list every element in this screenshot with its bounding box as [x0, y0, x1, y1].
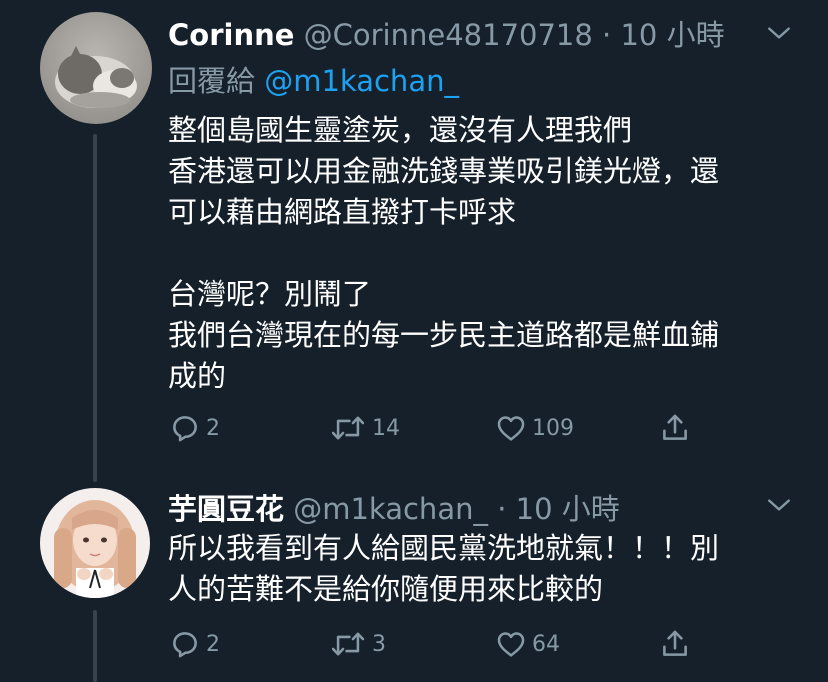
chevron-down-icon[interactable]	[766, 20, 792, 46]
tweet-actions: 2 3 64	[168, 624, 728, 664]
girl-avatar-icon	[40, 488, 150, 598]
like-button[interactable]: 109	[494, 408, 574, 448]
reply-context: 回覆給 @m1kachan_	[168, 58, 459, 100]
user-handle[interactable]: @m1kachan_	[293, 492, 488, 526]
tweet-actions: 2 14 109	[168, 408, 728, 448]
tweet-text-line: 台灣呢？別鬧了	[168, 277, 372, 311]
user-handle[interactable]: @Corinne48170718	[304, 18, 593, 52]
tweet-header: 芋圓豆花 @m1kachan_ · 10 小時	[168, 486, 620, 528]
tweet[interactable]: Corinne @Corinne48170718 · 10 小時 回覆給 @m1…	[0, 0, 828, 470]
heart-icon	[497, 632, 525, 657]
separator-dot: ·	[497, 492, 507, 526]
tweet-header: Corinne @Corinne48170718 · 10 小時	[168, 12, 725, 54]
tweet-text-line: 所以我看到有人給國民黨洗地就氣！！！別	[168, 531, 720, 565]
display-name[interactable]: 芋圓豆花	[168, 492, 284, 526]
cat-avatar-icon	[40, 12, 152, 124]
tweet-text-line	[168, 233, 798, 274]
share-icon	[663, 630, 687, 656]
avatar[interactable]	[40, 488, 150, 598]
tweet-text-line: 我們台灣現在的每一步民主道路都是鮮血鋪	[168, 318, 720, 352]
tweet-text-line: 整個島國生靈塗炭，還沒有人理我們	[168, 113, 633, 147]
tweet-text-line: 香港還可以用金融洗錢專業吸引鎂光燈，還	[168, 154, 720, 188]
tweet-text: 所以我看到有人給國民黨洗地就氣！！！別 人的苦難不是給你隨便用來比較的	[168, 528, 798, 610]
reply-bubble-icon	[173, 416, 197, 442]
tweet-text-line: 成的	[168, 359, 227, 393]
heart-icon	[497, 416, 525, 441]
share-button[interactable]	[658, 624, 692, 664]
retweet-icon	[331, 416, 365, 440]
timestamp[interactable]: 10 小時	[516, 492, 620, 526]
reply-button[interactable]: 2	[168, 624, 220, 664]
like-button[interactable]: 64	[494, 624, 560, 664]
avatar[interactable]	[40, 12, 152, 124]
reply-button[interactable]: 2	[168, 408, 220, 448]
tweet[interactable]: 芋圓豆花 @m1kachan_ · 10 小時 所以我看到有人給國民黨洗地就氣！…	[0, 470, 828, 682]
display-name[interactable]: Corinne	[168, 18, 294, 52]
tweet-text-line: 可以藉由網路直撥打卡呼求	[168, 195, 517, 229]
like-count: 109	[532, 415, 574, 441]
reply-bubble-icon	[173, 632, 197, 658]
tweet-text-line: 人的苦難不是給你隨便用來比較的	[168, 572, 604, 606]
like-count: 64	[532, 631, 560, 657]
retweet-button[interactable]: 3	[328, 624, 386, 664]
retweet-count: 14	[372, 415, 400, 441]
reply-label: 回覆給	[168, 64, 256, 98]
share-button[interactable]	[658, 408, 692, 448]
chevron-down-icon[interactable]	[766, 492, 792, 518]
retweet-count: 3	[372, 631, 386, 657]
retweet-icon	[331, 632, 365, 656]
separator-dot: ·	[602, 18, 612, 52]
timestamp[interactable]: 10 小時	[620, 18, 724, 52]
retweet-button[interactable]: 14	[328, 408, 400, 448]
reply-count: 2	[206, 415, 220, 441]
share-icon	[663, 414, 687, 440]
reply-mention-link[interactable]: @m1kachan_	[264, 64, 459, 98]
reply-count: 2	[206, 631, 220, 657]
tweet-text: 整個島國生靈塗炭，還沒有人理我們 香港還可以用金融洗錢專業吸引鎂光燈，還 可以藉…	[168, 110, 798, 397]
